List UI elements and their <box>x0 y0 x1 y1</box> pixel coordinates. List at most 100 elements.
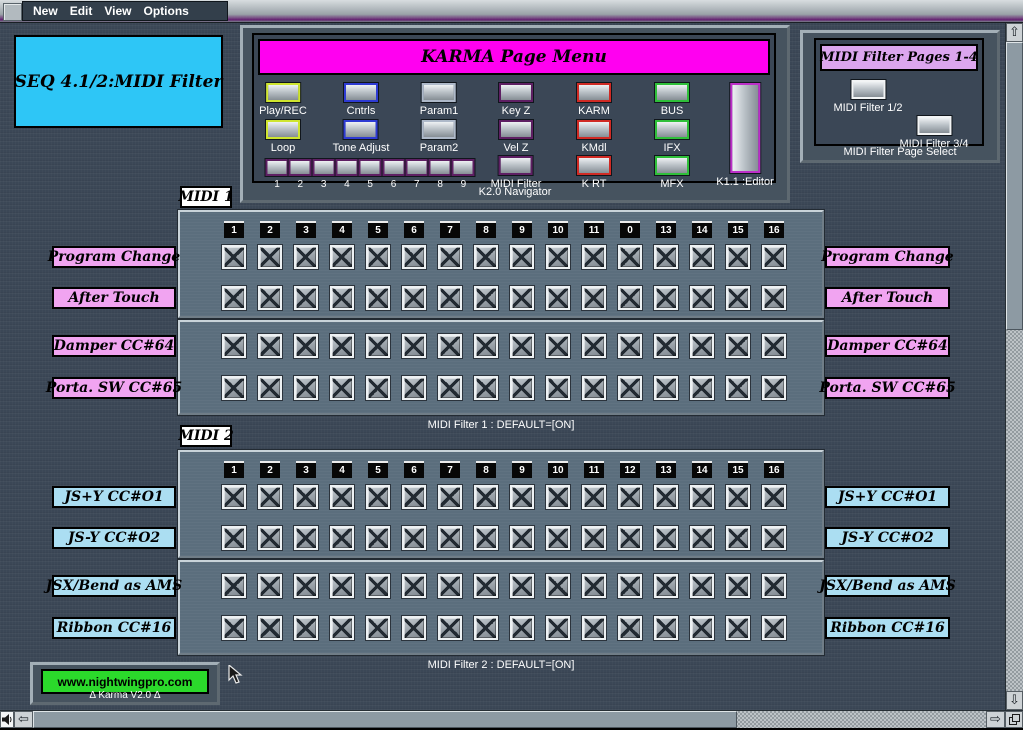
filter-checkbox[interactable] <box>330 286 354 310</box>
karma-num-6-button[interactable] <box>382 159 405 176</box>
filter-checkbox[interactable] <box>762 616 786 640</box>
filter-checkbox[interactable] <box>222 376 246 400</box>
vertical-scrollbar-thumb[interactable] <box>1006 42 1023 330</box>
speaker-icon[interactable] <box>0 711 14 728</box>
scroll-left-button[interactable]: ⇦ <box>14 711 33 728</box>
filter-checkbox[interactable] <box>258 616 282 640</box>
karma-num-2-button[interactable] <box>289 159 312 176</box>
filter-checkbox[interactable] <box>726 286 750 310</box>
filter-checkbox[interactable] <box>726 245 750 269</box>
filter-checkbox[interactable] <box>510 574 534 598</box>
filter-checkbox[interactable] <box>726 526 750 550</box>
filter-checkbox[interactable] <box>654 574 678 598</box>
filter-checkbox[interactable] <box>330 376 354 400</box>
filter-checkbox[interactable] <box>222 245 246 269</box>
filter-checkbox[interactable] <box>402 526 426 550</box>
filter-checkbox[interactable] <box>222 334 246 358</box>
filter-checkbox[interactable] <box>366 376 390 400</box>
filter-checkbox[interactable] <box>582 485 606 509</box>
karma-num-4-button[interactable] <box>335 159 358 176</box>
karma-key-z-button[interactable] <box>499 83 533 102</box>
filter-checkbox[interactable] <box>726 616 750 640</box>
filter-checkbox[interactable] <box>294 616 318 640</box>
filter-checkbox[interactable] <box>582 526 606 550</box>
filter-checkbox[interactable] <box>258 574 282 598</box>
horizontal-scrollbar-thumb[interactable] <box>33 711 737 728</box>
karma-play-rec-button[interactable] <box>266 83 300 102</box>
filter-checkbox[interactable] <box>690 245 714 269</box>
filter-checkbox[interactable] <box>222 286 246 310</box>
vertical-scrollbar[interactable]: ⇧ ⇩ <box>1005 23 1023 710</box>
filter-checkbox[interactable] <box>222 616 246 640</box>
filter-checkbox[interactable] <box>294 526 318 550</box>
filter-checkbox[interactable] <box>438 616 462 640</box>
filter-checkbox[interactable] <box>438 245 462 269</box>
filter-checkbox[interactable] <box>474 286 498 310</box>
filter-checkbox[interactable] <box>726 334 750 358</box>
filter-checkbox[interactable] <box>294 376 318 400</box>
filter-checkbox[interactable] <box>654 245 678 269</box>
karma-k-rt-button[interactable] <box>577 156 611 175</box>
filter-checkbox[interactable] <box>510 616 534 640</box>
karma-num-1-button[interactable] <box>266 159 289 176</box>
filter-checkbox[interactable] <box>546 485 570 509</box>
filter-checkbox[interactable] <box>510 334 534 358</box>
filter-checkbox[interactable] <box>258 334 282 358</box>
filter-checkbox[interactable] <box>582 376 606 400</box>
filter-checkbox[interactable] <box>402 616 426 640</box>
filter-checkbox[interactable] <box>294 334 318 358</box>
filter-checkbox[interactable] <box>366 526 390 550</box>
filter-checkbox[interactable] <box>618 286 642 310</box>
filter-checkbox[interactable] <box>762 574 786 598</box>
filter-checkbox[interactable] <box>618 245 642 269</box>
filter-checkbox[interactable] <box>582 245 606 269</box>
karma-num-3-button[interactable] <box>312 159 335 176</box>
filter-checkbox[interactable] <box>294 286 318 310</box>
filter-checkbox[interactable] <box>438 485 462 509</box>
filter-checkbox[interactable] <box>474 245 498 269</box>
filter-checkbox[interactable] <box>438 286 462 310</box>
filter-checkbox[interactable] <box>582 574 606 598</box>
filter-checkbox[interactable] <box>582 286 606 310</box>
karma-num-7-button[interactable] <box>405 159 428 176</box>
filter-checkbox[interactable] <box>654 485 678 509</box>
filter-checkbox[interactable] <box>690 574 714 598</box>
filter-checkbox[interactable] <box>582 616 606 640</box>
filter-checkbox[interactable] <box>618 526 642 550</box>
filter-checkbox[interactable] <box>510 245 534 269</box>
menu-item-new[interactable]: New <box>27 4 64 18</box>
filter-checkbox[interactable] <box>438 574 462 598</box>
filter-checkbox[interactable] <box>618 334 642 358</box>
filter-checkbox[interactable] <box>294 574 318 598</box>
resize-grip[interactable] <box>1005 711 1023 728</box>
filter-checkbox[interactable] <box>258 245 282 269</box>
filter-checkbox[interactable] <box>546 526 570 550</box>
filter-checkbox[interactable] <box>222 526 246 550</box>
filter-checkbox[interactable] <box>402 286 426 310</box>
karma-param1-button[interactable] <box>422 83 456 102</box>
midi-filter-12-button[interactable] <box>851 80 885 99</box>
filter-checkbox[interactable] <box>654 616 678 640</box>
menu-item-edit[interactable]: Edit <box>64 4 99 18</box>
midi-filter-34-button[interactable] <box>917 116 951 135</box>
karma-midi-filter-button[interactable] <box>499 156 533 175</box>
filter-checkbox[interactable] <box>330 485 354 509</box>
filter-checkbox[interactable] <box>690 286 714 310</box>
filter-checkbox[interactable] <box>222 485 246 509</box>
karma-tone-adjust-button[interactable] <box>344 120 378 139</box>
filter-checkbox[interactable] <box>762 245 786 269</box>
filter-checkbox[interactable] <box>366 485 390 509</box>
filter-checkbox[interactable] <box>546 245 570 269</box>
filter-checkbox[interactable] <box>366 245 390 269</box>
filter-checkbox[interactable] <box>294 485 318 509</box>
filter-checkbox[interactable] <box>618 485 642 509</box>
filter-checkbox[interactable] <box>438 334 462 358</box>
karma-loop-button[interactable] <box>266 120 300 139</box>
filter-checkbox[interactable] <box>546 616 570 640</box>
filter-checkbox[interactable] <box>474 526 498 550</box>
filter-checkbox[interactable] <box>402 574 426 598</box>
karma-mfx-button[interactable] <box>655 156 689 175</box>
filter-checkbox[interactable] <box>618 616 642 640</box>
k11-editor-button[interactable] <box>730 83 760 173</box>
filter-checkbox[interactable] <box>402 334 426 358</box>
